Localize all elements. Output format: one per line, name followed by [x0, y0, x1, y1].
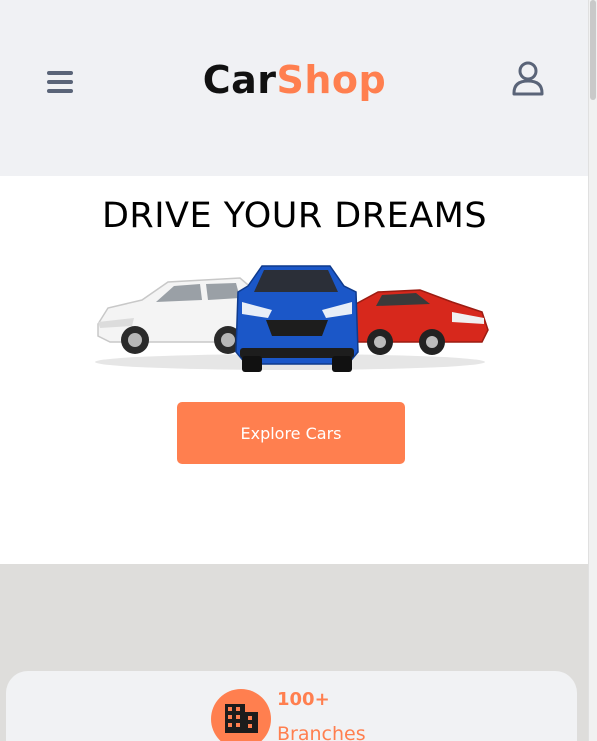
stats-card: 100+ Branches	[6, 671, 577, 741]
logo[interactable]: CarShop	[0, 58, 589, 102]
hero-title: DRIVE YOUR DREAMS	[101, 196, 488, 236]
header: CarShop	[0, 0, 589, 176]
branches-label: Branches	[277, 723, 366, 741]
scrollbar-thumb[interactable]	[590, 0, 596, 100]
cars-image	[95, 265, 489, 372]
white-suv-illustration	[97, 277, 259, 354]
logo-shop-text: Shop	[276, 58, 387, 102]
blue-suv-illustration	[235, 265, 359, 372]
building-icon	[211, 689, 271, 741]
page: CarShop DRIVE YOUR DREAMS Explore Cars 1…	[0, 0, 597, 741]
logo-car-text: Car	[202, 58, 277, 102]
scrollbar[interactable]	[588, 0, 597, 741]
stats-section: 100+ Branches	[0, 564, 589, 741]
user-icon[interactable]	[511, 60, 545, 98]
branches-count: 100+	[277, 689, 330, 710]
red-sedan-illustration	[347, 289, 489, 355]
explore-cars-button[interactable]: Explore Cars	[177, 402, 405, 464]
hero-section: DRIVE YOUR DREAMS Explore Cars	[0, 176, 589, 564]
